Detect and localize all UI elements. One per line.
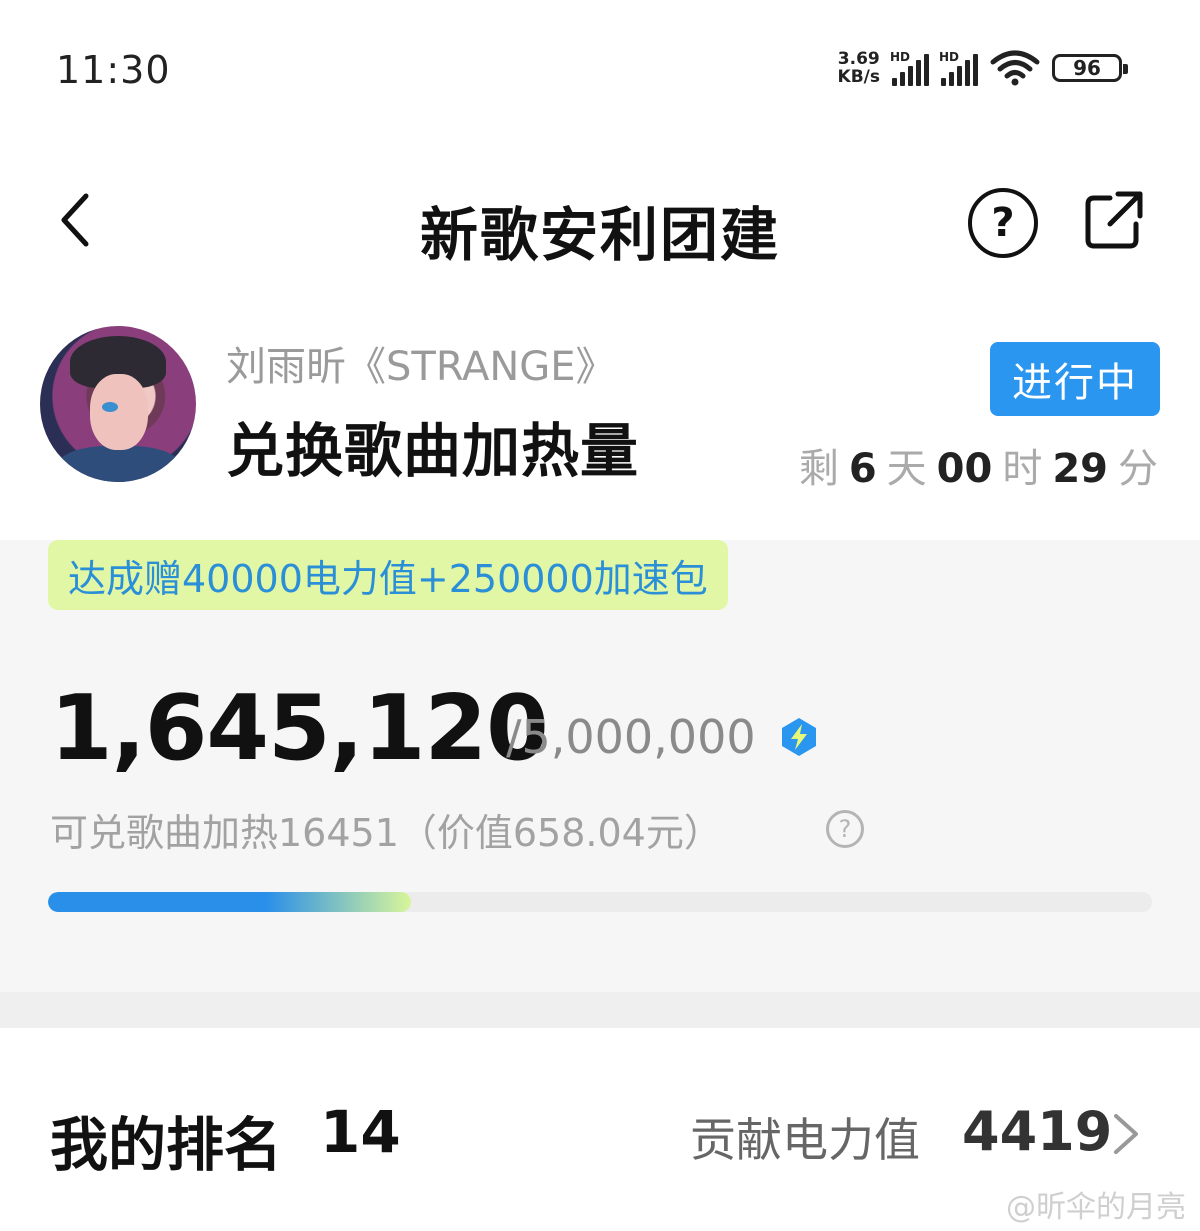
contribution-label: 贡献电力值: [690, 1113, 920, 1167]
info-icon[interactable]: ?: [826, 810, 864, 848]
status-time: 11:30: [56, 48, 171, 92]
rank-label: 我的排名: [50, 1111, 283, 1179]
network-speed: 3.69 KB/s: [838, 50, 880, 86]
task-title: 兑换歌曲加热量: [226, 417, 640, 485]
countdown-days: 6: [848, 446, 877, 492]
signal-icon: HD: [939, 50, 978, 86]
countdown-prefix: 剩: [798, 446, 839, 492]
song-subtitle: 刘雨昕《STRANGE》: [226, 344, 616, 390]
signal-icon: HD: [890, 50, 929, 86]
section-divider: [0, 992, 1200, 1028]
question-mark-icon: ?: [838, 815, 852, 843]
share-icon[interactable]: [1082, 188, 1146, 252]
progress-section: 达成赠40000电力值+250000加速包 1,645,120 /5,000,0…: [0, 540, 1200, 992]
progress-current-value: 1,645,120: [50, 676, 549, 781]
network-speed-value: 3.69: [837, 49, 880, 69]
countdown-hours: 00: [936, 446, 993, 492]
countdown-hours-unit: 时: [1002, 446, 1043, 492]
avatar[interactable]: [40, 326, 196, 482]
battery-icon: 96: [1052, 54, 1128, 82]
watermark: @昕伞的月亮: [1006, 1190, 1186, 1225]
battery-level: 96: [1073, 56, 1101, 80]
countdown-minutes-unit: 分: [1118, 446, 1158, 492]
countdown-minutes: 29: [1052, 446, 1108, 492]
network-speed-unit: KB/s: [837, 67, 880, 87]
countdown: 剩 6 天 00 时 29 分: [799, 436, 1158, 494]
exchange-info: 可兑歌曲加热16451（价值658.04元）: [50, 811, 722, 855]
help-button[interactable]: ?: [968, 188, 1038, 258]
nav-bar: 新歌安利团建 ?: [0, 170, 1200, 270]
rank-value: 14: [320, 1098, 401, 1166]
status-bar: 11:30 3.69 KB/s HD HD 96: [0, 0, 1200, 140]
question-mark-icon: ?: [991, 200, 1015, 246]
sim1-hd-label: HD: [890, 50, 911, 64]
progress-target-value: /5,000,000: [506, 710, 756, 764]
progress-bar-fill: [48, 892, 412, 912]
ranking-row[interactable]: 我的排名 14 贡献电力值 4419: [0, 1080, 1200, 1190]
status-icons: 3.69 KB/s HD HD 96: [838, 50, 1128, 86]
progress-bar: [48, 892, 1152, 912]
contribution-value: 4419: [962, 1100, 1113, 1163]
sim2-hd-label: HD: [939, 50, 960, 64]
chevron-right-icon[interactable]: [1108, 1112, 1144, 1156]
lightning-icon: [782, 718, 816, 756]
wifi-icon: [990, 50, 1040, 86]
countdown-days-unit: 天: [886, 446, 927, 492]
status-badge: 进行中: [990, 342, 1160, 416]
reward-tag: 达成赠40000电力值+250000加速包: [48, 540, 728, 610]
